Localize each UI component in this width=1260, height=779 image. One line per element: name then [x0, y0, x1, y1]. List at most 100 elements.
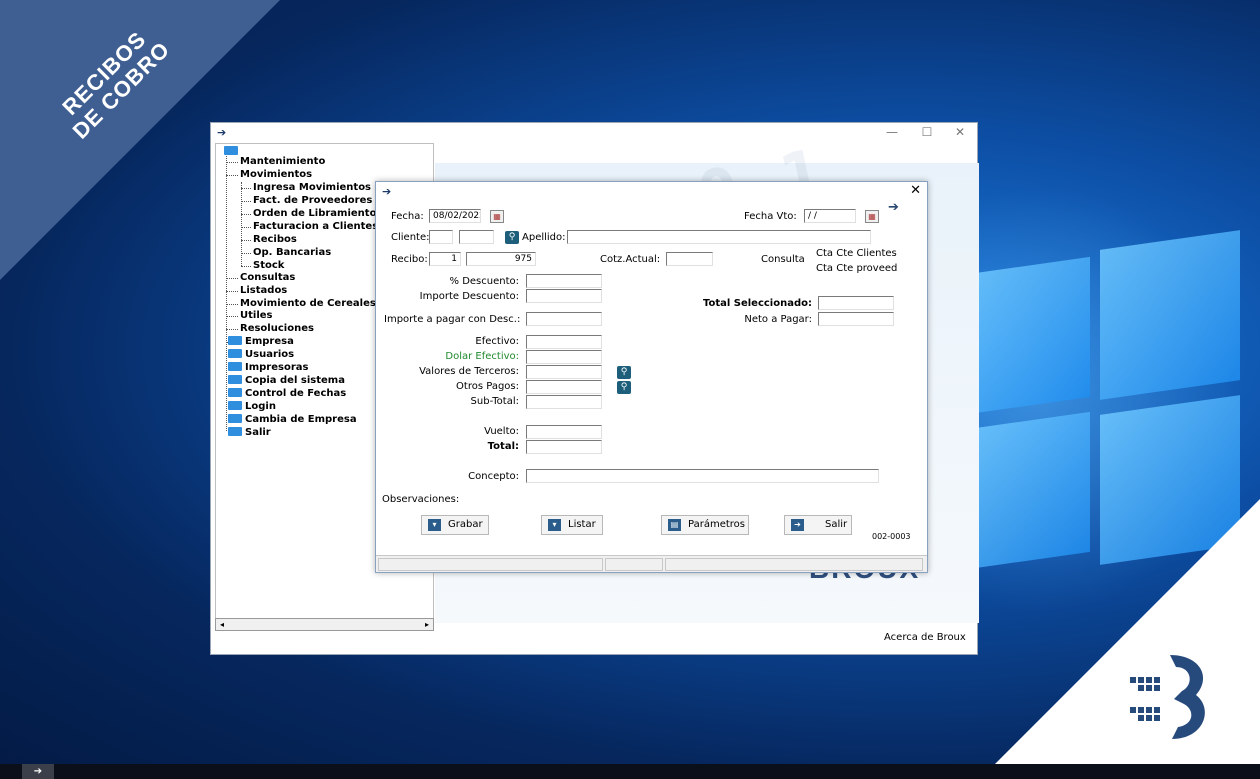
tree-item-movimientos[interactable]: Movimientos: [240, 169, 312, 181]
importe-pagar-label: Importe a pagar con Desc.:: [384, 314, 521, 325]
tree-item-usuarios[interactable]: Usuarios: [228, 349, 294, 361]
folder-icon: [228, 336, 242, 345]
tree-item-salir[interactable]: Salir: [228, 427, 271, 439]
scroll-left-icon[interactable]: ◂: [216, 619, 228, 630]
cta-cte-clientes-link[interactable]: Cta Cte Clientes: [816, 248, 897, 260]
salir-button[interactable]: ➔ Salir: [784, 515, 852, 535]
tree-item-login[interactable]: Login: [228, 401, 276, 413]
folder-icon: [224, 146, 238, 155]
folder-icon: [228, 349, 242, 358]
recibo-numero-input[interactable]: 975: [466, 252, 536, 266]
otros-pagos-input[interactable]: [526, 380, 602, 394]
otros-pagos-search-icon[interactable]: ⚲: [617, 381, 631, 394]
tree-item-copia-sistema[interactable]: Copia del sistema: [228, 375, 345, 387]
vuelto-input[interactable]: [526, 425, 602, 439]
dialog-app-icon: ➔: [382, 185, 392, 198]
otros-pagos-label: Otros Pagos:: [456, 381, 519, 392]
tree-item-mantenimiento[interactable]: Mantenimiento: [240, 156, 325, 168]
minimize-button[interactable]: —: [879, 125, 905, 139]
grabar-button[interactable]: ▾ Grabar: [421, 515, 489, 535]
dolar-efectivo-input[interactable]: [526, 350, 602, 364]
maximize-button[interactable]: ☐: [914, 125, 940, 139]
fecha-vto-label: Fecha Vto:: [744, 211, 797, 222]
tree-item-listados[interactable]: Listados: [240, 285, 287, 297]
cliente-label: Cliente:: [391, 232, 430, 243]
fecha-input[interactable]: 08/02/2022: [429, 209, 481, 223]
recibo-dialog: ➔ ✕ Fecha: 08/02/2022 ▦ Fecha Vto: / / ▦…: [375, 181, 928, 573]
tree-item-consultas[interactable]: Consultas: [240, 272, 295, 284]
tree-item-orden-libramiento[interactable]: Orden de Libramiento: [253, 208, 376, 220]
valores-terceros-input[interactable]: [526, 365, 602, 379]
consulta-label: Consulta: [761, 254, 805, 265]
tree-item-impresoras[interactable]: Impresoras: [228, 362, 308, 374]
tree-item-stock[interactable]: Stock: [253, 260, 284, 272]
concepto-input[interactable]: [526, 469, 879, 483]
tree-item-resoluciones[interactable]: Resoluciones: [240, 323, 314, 335]
tree-item-recibos[interactable]: Recibos: [253, 234, 297, 246]
cotz-label: Cotz.Actual:: [600, 254, 661, 265]
folder-icon: [228, 427, 242, 436]
broux-logo-icon: [1130, 655, 1205, 739]
tree-horizontal-scrollbar[interactable]: ◂ ▸: [215, 618, 434, 631]
cliente-number-input[interactable]: [459, 230, 494, 244]
tree-item-empresa[interactable]: Empresa: [228, 336, 294, 348]
scroll-right-icon[interactable]: ▸: [421, 619, 433, 630]
sub-total-input[interactable]: [526, 395, 602, 409]
valores-search-icon[interactable]: ⚲: [617, 366, 631, 379]
efectivo-input[interactable]: [526, 335, 602, 349]
importe-descuento-label: Importe Descuento:: [419, 291, 519, 302]
pct-descuento-label: % Descuento:: [449, 276, 519, 287]
taskbar: ➔: [0, 764, 1260, 779]
main-titlebar: ➔ — ☐ ✕: [211, 123, 977, 143]
valores-terceros-label: Valores de Terceros:: [419, 366, 519, 377]
total-input[interactable]: [526, 440, 602, 454]
efectivo-label: Efectivo:: [475, 336, 519, 347]
listar-button[interactable]: ▾ Listar: [541, 515, 603, 535]
tree-item-op-bancarias[interactable]: Op. Bancarias: [253, 247, 331, 259]
parametros-button[interactable]: ▤ Parámetros: [661, 515, 749, 535]
search-icon[interactable]: ⚲: [505, 231, 519, 244]
calendar-vto-icon[interactable]: ▦: [865, 210, 879, 223]
folder-icon: [228, 401, 242, 410]
taskbar-app-icon[interactable]: ➔: [22, 764, 54, 779]
folder-icon: [228, 414, 242, 423]
sub-total-label: Sub-Total:: [470, 396, 519, 407]
dolar-efectivo-label: Dolar Efectivo:: [445, 351, 519, 362]
status-segment-2: [605, 558, 663, 571]
neto-pagar-label: Neto a Pagar:: [744, 314, 812, 325]
calendar-icon[interactable]: ▦: [490, 210, 504, 223]
tree-item-ingresa-movimientos[interactable]: Ingresa Movimientos: [253, 182, 371, 194]
concepto-label: Concepto:: [468, 471, 519, 482]
folder-icon: [228, 362, 242, 371]
importe-descuento-input[interactable]: [526, 289, 602, 303]
importe-pagar-input[interactable]: [526, 312, 602, 326]
dialog-close-button[interactable]: ✕: [910, 183, 921, 198]
tree-item-utiles[interactable]: Utiles: [240, 310, 273, 322]
tree-item-control-fechas[interactable]: Control de Fechas: [228, 388, 346, 400]
cotz-input[interactable]: [666, 252, 713, 266]
tree-item-facturacion-clientes[interactable]: Facturacion a Clientes: [253, 221, 378, 233]
close-button[interactable]: ✕: [947, 125, 973, 139]
recibo-punto-input[interactable]: 1: [429, 252, 461, 266]
pct-descuento-input[interactable]: [526, 274, 602, 288]
broux-small-logo-icon: ➔: [888, 200, 899, 215]
folder-icon: [228, 388, 242, 397]
total-seleccionado-label: Total Seleccionado:: [702, 298, 812, 309]
tree-item-cambia-empresa[interactable]: Cambia de Empresa: [228, 414, 357, 426]
cta-cte-proveed-link[interactable]: Cta Cte proveed: [816, 263, 897, 275]
neto-pagar-input[interactable]: [818, 312, 894, 326]
folder-icon: [228, 375, 242, 384]
app-icon: ➔: [217, 126, 227, 139]
tree-item-fact-proveedores[interactable]: Fact. de Proveedores: [253, 195, 372, 207]
recibo-label: Recibo:: [391, 254, 428, 265]
tree-item-movimiento-cereales[interactable]: Movimiento de Cereales: [240, 298, 376, 310]
observaciones-label: Observaciones:: [382, 494, 460, 505]
fecha-vto-input[interactable]: / /: [804, 209, 856, 223]
total-seleccionado-input[interactable]: [818, 296, 894, 310]
acerca-link[interactable]: Acerca de Broux: [884, 632, 966, 643]
fecha-label: Fecha:: [391, 211, 424, 222]
apellido-input[interactable]: [567, 230, 871, 244]
apellido-label: Apellido:: [522, 232, 566, 243]
cliente-code-input[interactable]: [429, 230, 453, 244]
status-segment-3: [665, 558, 923, 571]
